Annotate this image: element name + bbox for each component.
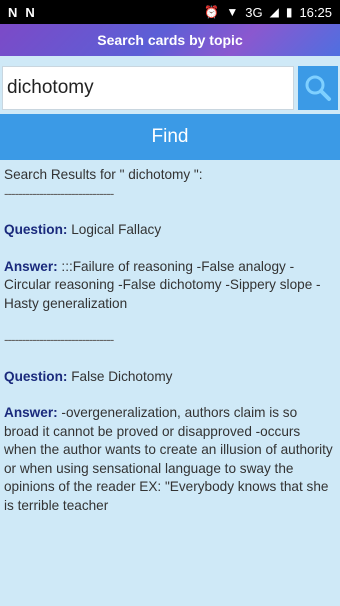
status-bar: N N ⏰ ▼ 3G ◢ ▮ 16:25 (0, 0, 340, 24)
separator: ------------------------------- (4, 332, 114, 347)
result-answer: Answer: :::Failure of reasoning -False a… (4, 258, 334, 314)
signal-icon: ◢ (269, 5, 279, 19)
battery-icon: ▮ (285, 5, 293, 19)
question-text: Logical Fallacy (71, 222, 162, 237)
results-header: Search Results for " dichotomy ": (4, 167, 203, 182)
find-button[interactable]: Find (0, 114, 340, 160)
status-icons: ⏰ ▼ 3G ◢ ▮ 16:25 (204, 5, 332, 20)
app-title: Search cards by topic (97, 32, 243, 48)
search-icon (305, 75, 331, 101)
alarm-icon: ⏰ (204, 5, 220, 19)
app-title-bar: Search cards by topic (0, 24, 340, 56)
result-answer: Answer: -overgeneralization, authors cla… (4, 404, 334, 515)
separator: ------------------------------- (4, 185, 114, 201)
question-text: False Dichotomy (71, 368, 173, 384)
result-question: Question: False Dichotomy (4, 368, 334, 387)
network-type: 3G (245, 4, 263, 20)
notification-icon: N (8, 4, 18, 20)
question-label: Question: (4, 368, 68, 384)
answer-text: -overgeneralization, authors claim is so… (4, 405, 333, 513)
search-input[interactable]: dichotomy (2, 66, 294, 110)
search-button[interactable] (298, 66, 338, 110)
question-label: Question: (4, 222, 68, 237)
answer-label: Answer: (4, 405, 58, 420)
clock: 16:25 (299, 4, 332, 20)
notification-icons: N N (8, 5, 35, 20)
wifi-icon: ▼ (226, 5, 239, 19)
search-results: Search Results for " dichotomy ": ------… (4, 166, 334, 515)
result-question: Question: Logical Fallacy (4, 221, 334, 240)
search-row: dichotomy (0, 62, 340, 112)
find-button-label: Find (151, 126, 189, 147)
notification-icon: N (25, 4, 35, 20)
answer-label: Answer: (4, 258, 58, 274)
